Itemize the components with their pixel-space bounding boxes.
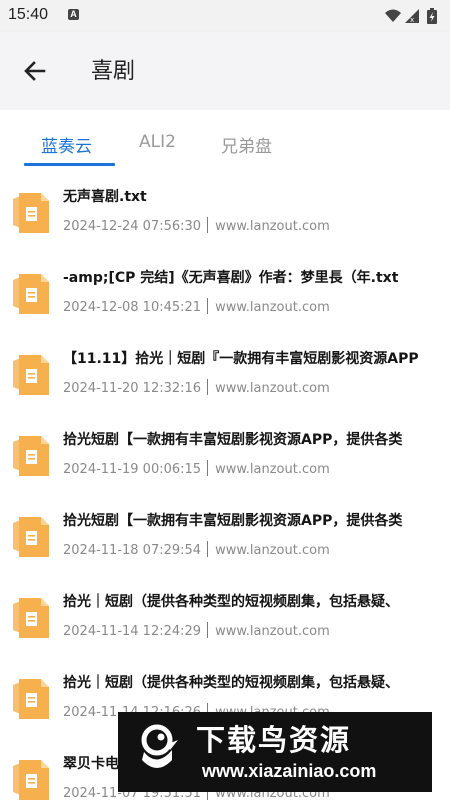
status-bar: 15:40 A x	[0, 0, 450, 32]
file-name: 拾光短剧【一款拥有丰富短剧影视资源APP，提供各类	[63, 513, 403, 529]
app-bar: 喜剧	[0, 32, 450, 110]
list-item[interactable]: -amp;[CP 完结]《无声喜剧》作者：梦里長（年.txt 2024-12-0…	[0, 247, 450, 328]
meta-divider	[207, 541, 209, 557]
tab-ali2[interactable]: ALI2	[139, 132, 176, 152]
meta-divider	[207, 460, 209, 476]
file-icon	[13, 193, 49, 233]
file-name: 拾光｜短剧（提供各种类型的短视频剧集，包括悬疑、	[63, 594, 399, 610]
tab-lanzou[interactable]: 蓝奏云	[41, 132, 92, 157]
file-meta: 2024-11-20 12:32:16 www.lanzout.com	[63, 379, 330, 396]
file-source: www.lanzout.com	[215, 300, 330, 315]
file-source: www.lanzout.com	[215, 624, 330, 639]
signal-icon: x	[405, 9, 419, 24]
file-meta: 2024-12-08 10:45:21 www.lanzout.com	[63, 298, 330, 315]
wifi-icon	[385, 9, 401, 22]
file-meta: 2024-11-14 12:24:29 www.lanzout.com	[63, 622, 330, 639]
list-item[interactable]: 拾光短剧【一款拥有丰富短剧影视资源APP，提供各类 2024-11-18 07:…	[0, 490, 450, 571]
file-meta: 2024-11-18 07:29:54 www.lanzout.com	[63, 541, 330, 558]
file-name: 拾光短剧【一款拥有丰富短剧影视资源APP，提供各类	[63, 432, 403, 448]
page-title: 喜剧	[91, 59, 136, 84]
list-item[interactable]: 拾光｜短剧（提供各种类型的短视频剧集，包括悬疑、 2024-11-14 12:2…	[0, 571, 450, 652]
watermark-url: www.xiazainiao.com	[202, 761, 377, 781]
tab-bar: 蓝奏云 ALI2 兄弟盘	[0, 110, 450, 166]
watermark-banner: 下载鸟资源 www.xiazainiao.com	[118, 712, 432, 792]
file-icon	[13, 679, 49, 719]
file-icon	[13, 760, 49, 800]
list-item[interactable]: 拾光短剧【一款拥有丰富短剧影视资源APP，提供各类 2024-11-19 00:…	[0, 409, 450, 490]
file-date: 2024-11-18 07:29:54	[63, 543, 202, 558]
file-icon	[13, 274, 49, 314]
file-source: www.lanzout.com	[215, 462, 330, 477]
file-name: 拾光｜短剧（提供各种类型的短视频剧集，包括悬疑、	[63, 675, 399, 691]
file-source: www.lanzout.com	[215, 543, 330, 558]
bird-logo-icon	[141, 724, 178, 768]
tab-xiongdipan[interactable]: 兄弟盘	[221, 132, 272, 157]
file-source: www.lanzout.com	[215, 381, 330, 396]
file-date: 2024-12-24 07:56:30	[63, 219, 202, 234]
file-source: www.lanzout.com	[215, 219, 330, 234]
meta-divider	[207, 217, 209, 233]
file-meta: 2024-11-19 00:06:15 www.lanzout.com	[63, 460, 330, 477]
file-meta: 2024-12-24 07:56:30 www.lanzout.com	[63, 217, 330, 234]
battery-icon	[427, 8, 437, 24]
status-icons: x	[385, 8, 437, 24]
file-icon	[13, 598, 49, 638]
file-name: 无声喜剧.txt	[63, 189, 147, 205]
file-name: 【11.11】拾光｜短剧『一款拥有丰富短剧影视资源APP	[63, 351, 419, 367]
file-date: 2024-11-20 12:32:16	[63, 381, 202, 396]
meta-divider	[207, 622, 209, 638]
file-icon	[13, 436, 49, 476]
list-item[interactable]: 【11.11】拾光｜短剧『一款拥有丰富短剧影视资源APP 2024-11-20 …	[0, 328, 450, 409]
file-name: -amp;[CP 完结]《无声喜剧》作者：梦里長（年.txt	[63, 270, 399, 286]
file-date: 2024-11-14 12:24:29	[63, 624, 202, 639]
watermark-title: 下载鸟资源	[196, 723, 352, 757]
file-date: 2024-11-19 00:06:15	[63, 462, 202, 477]
svg-text:x: x	[410, 16, 414, 24]
file-icon	[13, 355, 49, 395]
file-list: 无声喜剧.txt 2024-12-24 07:56:30 www.lanzout.…	[0, 166, 450, 800]
file-date: 2024-12-08 10:45:21	[63, 300, 202, 315]
file-icon	[13, 517, 49, 557]
list-item[interactable]: 无声喜剧.txt 2024-12-24 07:56:30 www.lanzout.…	[0, 166, 450, 247]
status-time: 15:40	[8, 6, 49, 23]
meta-divider	[207, 379, 209, 395]
meta-divider	[207, 298, 209, 314]
arrow-left-icon[interactable]	[20, 56, 50, 86]
notification-icon: A	[68, 9, 79, 20]
